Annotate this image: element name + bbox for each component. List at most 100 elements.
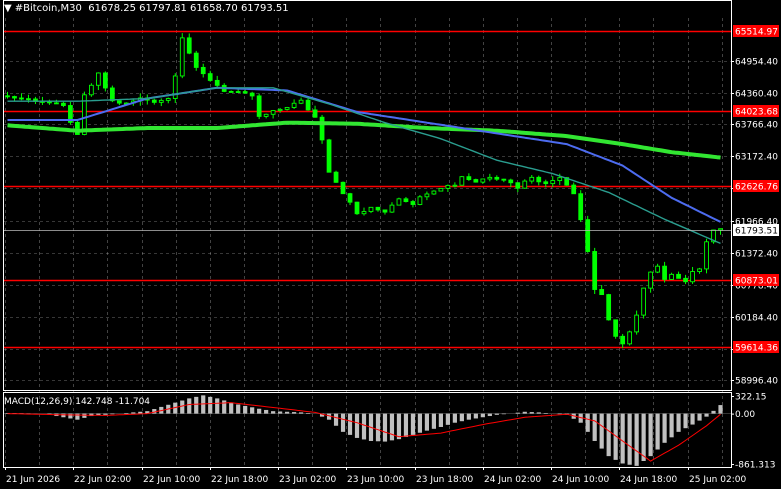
candle-body xyxy=(263,113,269,117)
candle-body xyxy=(235,91,241,94)
candle-body xyxy=(319,116,325,141)
candle-body xyxy=(193,52,199,68)
candle-body xyxy=(270,110,276,115)
candle-body xyxy=(424,193,430,198)
candle-body xyxy=(158,99,164,103)
candle-body xyxy=(26,98,31,101)
candle-body xyxy=(697,268,702,272)
candle-body xyxy=(109,87,115,102)
candle-body xyxy=(620,335,626,345)
candle-body xyxy=(249,92,255,97)
candle-body xyxy=(417,196,423,205)
candle-body xyxy=(242,91,248,94)
candle-body xyxy=(515,182,521,189)
candle-body xyxy=(466,176,472,181)
candle-body xyxy=(704,241,709,270)
y-tick-label: 58996.40 xyxy=(735,377,778,387)
chart-header: ▼ #Bitcoin,M30 61678.25 61797.81 61658.70… xyxy=(4,3,289,14)
candle-body xyxy=(690,271,695,283)
candle-body xyxy=(410,201,416,205)
dropdown-triangle-icon[interactable]: ▼ xyxy=(4,3,12,14)
candle-body xyxy=(536,176,542,183)
candle-body xyxy=(277,108,283,111)
candle-body xyxy=(431,190,437,195)
candle-body xyxy=(641,287,646,316)
candle-body xyxy=(291,102,297,108)
candle-body xyxy=(501,178,507,181)
candle-body xyxy=(599,289,605,296)
candle-body xyxy=(19,97,24,100)
candle-body xyxy=(95,72,101,86)
candle-body xyxy=(683,277,688,283)
macd-y-tick-label: -861.313 xyxy=(735,461,775,471)
macd-title: MACD(12,26,9) 142.748 -11.704 xyxy=(4,397,151,407)
candle-body xyxy=(54,102,59,105)
x-tick-label: 23 Jun 02:00 xyxy=(279,475,336,485)
candle-body xyxy=(214,79,220,86)
x-tick-label: 21 Jun 2026 xyxy=(6,475,60,485)
candle-body xyxy=(116,100,122,104)
candle-body xyxy=(655,265,660,273)
x-tick-label: 22 Jun 18:00 xyxy=(211,475,268,485)
current-price-label: 61793.51 xyxy=(735,227,778,237)
level-tag-label: 65514.97 xyxy=(735,28,778,38)
y-tick-label: 64360.40 xyxy=(735,90,778,100)
candle-body xyxy=(473,179,479,183)
candle-body xyxy=(12,96,17,99)
candle-body xyxy=(200,66,206,75)
candle-body xyxy=(47,101,52,104)
candle-body xyxy=(592,251,598,290)
candle-body xyxy=(375,206,381,211)
candle-body xyxy=(459,176,465,186)
level-tag-label: 64023.68 xyxy=(735,108,778,118)
candle-body xyxy=(669,273,674,280)
candle-body xyxy=(326,139,332,173)
level-tag-label: 62626.76 xyxy=(735,183,778,193)
candle-body xyxy=(494,176,500,180)
candle-body xyxy=(165,98,171,101)
candle-body xyxy=(634,314,640,333)
candle-body xyxy=(571,184,577,195)
candle-body xyxy=(438,187,444,192)
candle-body xyxy=(508,179,514,184)
candle-body xyxy=(550,180,556,185)
candle-body xyxy=(585,219,591,252)
candle-body xyxy=(718,228,723,231)
candle-body xyxy=(5,95,10,98)
macd-y-tick-label: 322.15 xyxy=(735,393,767,403)
candle-body xyxy=(102,72,108,89)
candle-body xyxy=(613,319,619,337)
candle-body xyxy=(396,198,402,206)
x-tick-label: 22 Jun 10:00 xyxy=(143,475,200,485)
macd-y-tick-label: 0.00 xyxy=(735,410,755,420)
x-tick-label: 25 Jun 02:00 xyxy=(689,475,746,485)
x-tick-label: 24 Jun 18:00 xyxy=(620,475,677,485)
candle-body xyxy=(61,102,66,106)
candle-body xyxy=(557,177,563,182)
candle-body xyxy=(256,95,262,117)
candle-body xyxy=(648,271,653,289)
candle-body xyxy=(452,184,458,187)
x-tick-label: 23 Jun 18:00 xyxy=(416,475,473,485)
candle-body xyxy=(361,211,367,215)
y-tick-label: 61372.40 xyxy=(735,250,778,260)
y-tick-label: 60184.40 xyxy=(735,314,778,324)
candle-body xyxy=(186,37,192,54)
x-tick-label: 24 Jun 10:00 xyxy=(552,475,609,485)
candle-body xyxy=(179,37,185,77)
candle-body xyxy=(207,73,213,81)
y-tick-label: 64954.40 xyxy=(735,58,778,68)
chart-canvas: 64954.4064360.4063766.4063172.4062578.40… xyxy=(0,0,781,489)
candle-body xyxy=(606,294,612,321)
candle-body xyxy=(403,198,409,202)
candle-body xyxy=(529,176,535,182)
candle-body xyxy=(151,99,157,103)
y-tick-label: 63766.40 xyxy=(735,121,778,131)
macd-header: MACD(12,26,9) 142.748 -11.704 xyxy=(4,397,150,407)
candle-body xyxy=(676,273,681,279)
candle-body xyxy=(284,107,290,110)
level-tag-label: 60873.01 xyxy=(735,277,778,287)
x-tick-label: 24 Jun 02:00 xyxy=(484,475,541,485)
candle-body xyxy=(298,99,304,104)
candle-body xyxy=(445,184,451,189)
